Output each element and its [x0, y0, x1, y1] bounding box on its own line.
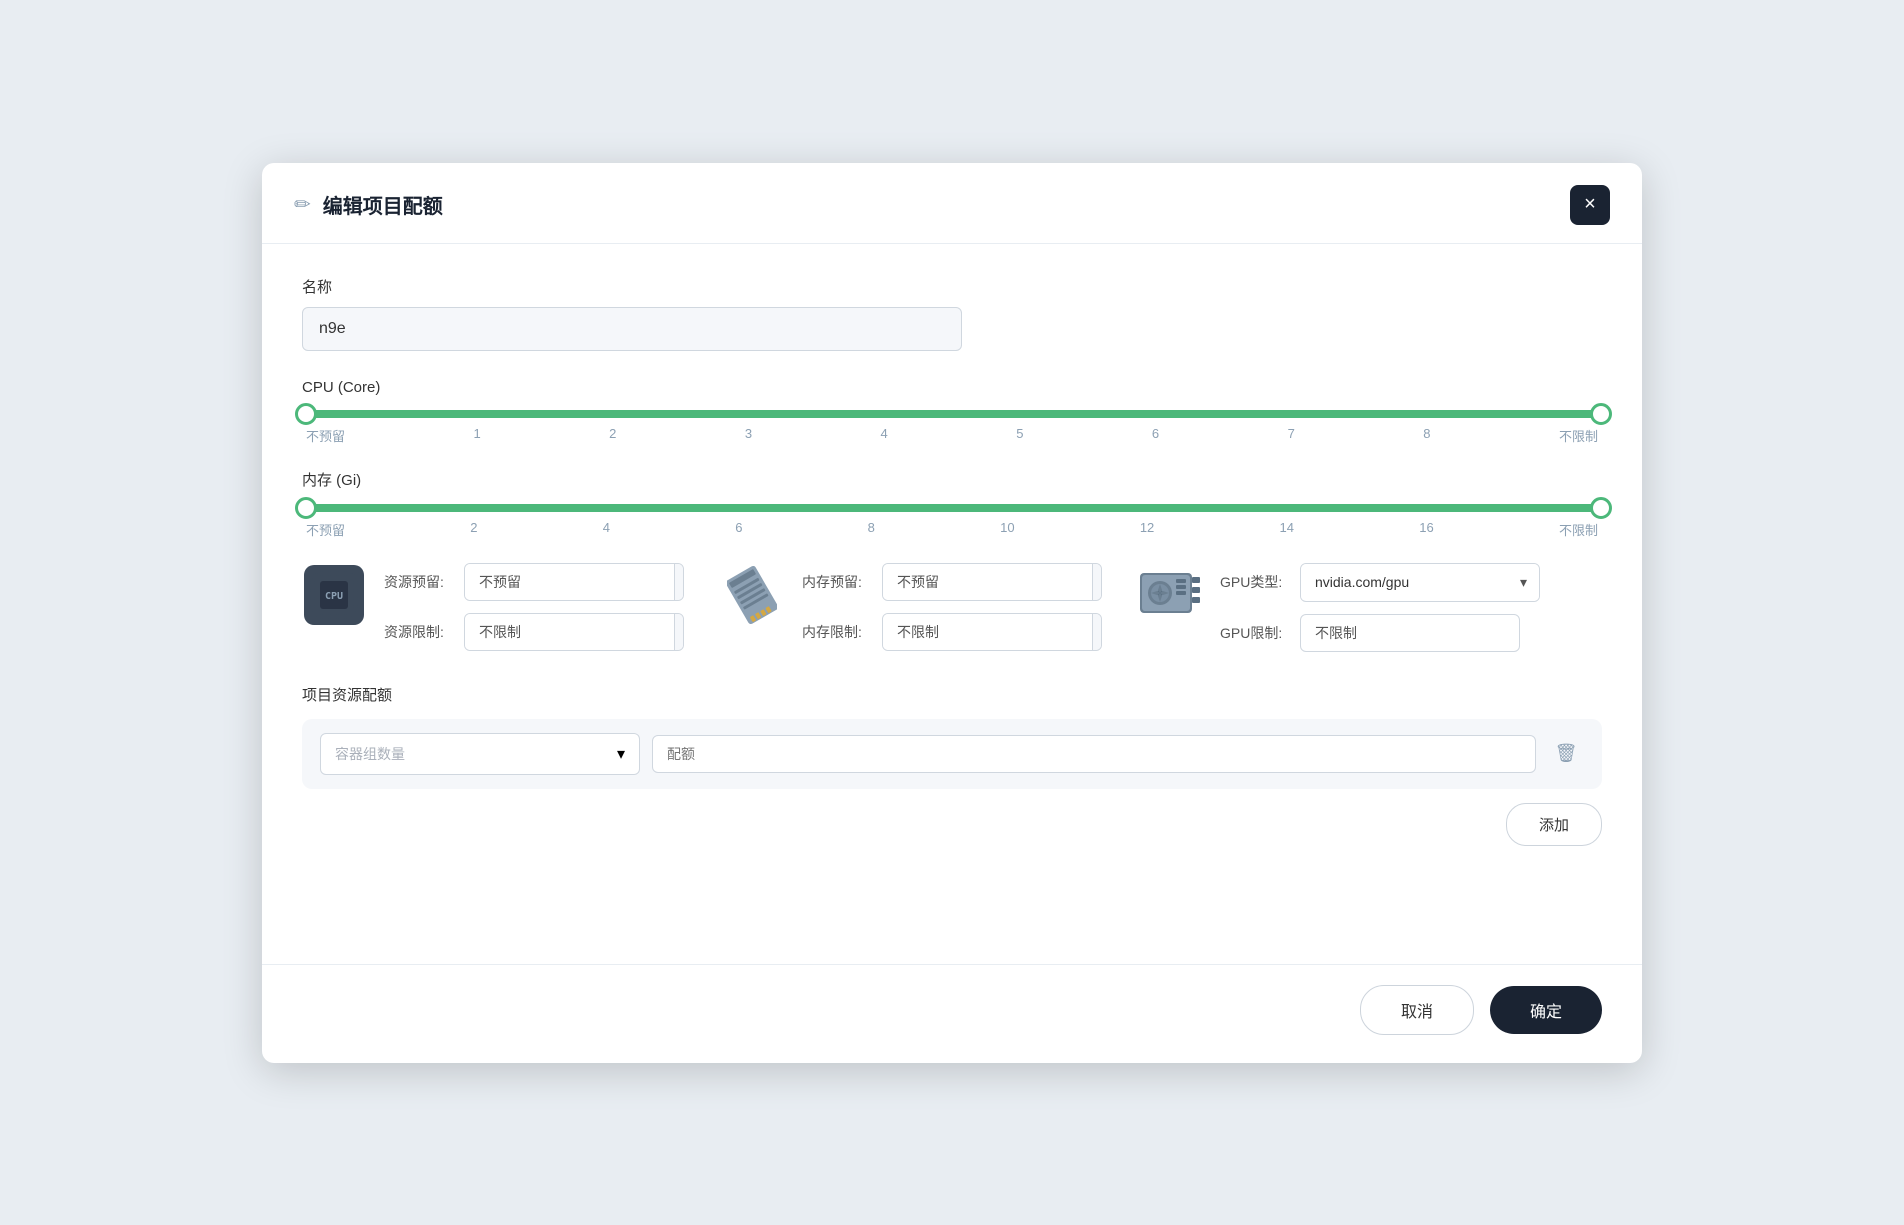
- cpu-reserve-input-group: Core: [464, 563, 684, 601]
- gpu-limit-label: GPU限制:: [1220, 623, 1290, 643]
- project-quota-section: 项目资源配额 容器组数量 ▾ 🗑 添加: [302, 684, 1602, 846]
- memory-slider-thumb-left[interactable]: [295, 497, 317, 519]
- cpu-svg: CPU: [310, 571, 358, 619]
- memory-limit-row: 内存限制: Gi: [802, 613, 1102, 651]
- memory-slider-container: [302, 504, 1602, 512]
- close-button[interactable]: ×: [1570, 185, 1610, 225]
- cpu-reserve-row: 资源预留: Core: [384, 563, 684, 601]
- cpu-label-1: 1: [473, 426, 480, 445]
- pencil-icon: ✏: [294, 192, 311, 217]
- cpu-slider-thumb-left[interactable]: [295, 403, 317, 425]
- gpu-icon: [1138, 565, 1202, 621]
- dialog: ✏ 编辑项目配额 × 名称 CPU (Core) 不预留 1 2 3 4 5 6…: [262, 163, 1642, 1063]
- add-btn-container: 添加: [302, 803, 1602, 846]
- memory-label-6: 6: [735, 520, 742, 539]
- cpu-label-6: 6: [1152, 426, 1159, 445]
- memory-limit-input-group: Gi: [882, 613, 1102, 651]
- cpu-limit-input-group: Core: [464, 613, 684, 651]
- gpu-type-row: GPU类型: nvidia.com/gpu ▾: [1220, 563, 1540, 602]
- memory-slider-labels: 不预留 2 4 6 8 10 12 14 16 不限制: [302, 520, 1602, 539]
- confirm-button[interactable]: 确定: [1490, 986, 1602, 1034]
- memory-slider-thumb-right[interactable]: [1590, 497, 1612, 519]
- memory-label-8: 8: [868, 520, 875, 539]
- cpu-limit-input[interactable]: [465, 614, 674, 650]
- cpu-slider-labels: 不预留 1 2 3 4 5 6 7 8 不限制: [302, 426, 1602, 445]
- close-icon: ×: [1584, 193, 1596, 216]
- cpu-label-7: 7: [1288, 426, 1295, 445]
- dialog-header: ✏ 编辑项目配额 ×: [262, 163, 1642, 244]
- cpu-label-4: 4: [881, 426, 888, 445]
- chevron-down-icon: ▾: [1508, 564, 1539, 601]
- cpu-slider-track[interactable]: [306, 410, 1598, 418]
- cpu-section-label: CPU (Core): [302, 379, 1602, 396]
- project-quota-row: 容器组数量 ▾ 🗑: [302, 719, 1602, 789]
- memory-label-16: 16: [1419, 520, 1433, 539]
- memory-resource-fields: 内存预留: Gi 内存限制: Gi: [802, 563, 1102, 651]
- gpu-type-label: GPU类型:: [1220, 572, 1290, 592]
- memory-reserve-label: 内存预留:: [802, 572, 872, 592]
- memory-limit-unit: Gi: [1092, 614, 1102, 650]
- memory-label-2: 2: [470, 520, 477, 539]
- cpu-reserve-unit: Core: [674, 564, 684, 600]
- add-quota-button[interactable]: 添加: [1506, 803, 1602, 846]
- container-group-select[interactable]: 容器组数量 ▾: [320, 733, 640, 775]
- cpu-label-8: 8: [1423, 426, 1430, 445]
- memory-icon: [727, 565, 777, 625]
- quota-input[interactable]: [652, 735, 1536, 773]
- cancel-button[interactable]: 取消: [1360, 985, 1474, 1035]
- cpu-slider-thumb-right[interactable]: [1590, 403, 1612, 425]
- cpu-limit-unit: Core: [674, 614, 684, 650]
- memory-reserve-input[interactable]: [883, 564, 1092, 600]
- gpu-resource-section: GPU类型: nvidia.com/gpu ▾ GPU限制:: [1138, 563, 1540, 652]
- cpu-label-min: 不预留: [306, 426, 345, 445]
- dialog-footer: 取消 确定: [262, 964, 1642, 1063]
- gpu-limit-input[interactable]: [1300, 614, 1520, 652]
- memory-limit-label: 内存限制:: [802, 622, 872, 642]
- cpu-slider-container: [302, 410, 1602, 418]
- container-group-placeholder: 容器组数量: [335, 744, 609, 764]
- gpu-icon-container: [1138, 563, 1202, 623]
- cpu-label-5: 5: [1016, 426, 1023, 445]
- cpu-label-2: 2: [609, 426, 616, 445]
- chevron-down-icon: ▾: [617, 744, 625, 764]
- memory-label-max: 不限制: [1559, 520, 1598, 539]
- dialog-body: 名称 CPU (Core) 不预留 1 2 3 4 5 6 7 8 不限制 内存…: [262, 244, 1642, 964]
- cpu-limit-label: 资源限制:: [384, 622, 454, 642]
- cpu-reserve-label: 资源预留:: [384, 572, 454, 592]
- memory-section-label: 内存 (Gi): [302, 469, 1602, 490]
- cpu-reserve-input[interactable]: [465, 564, 674, 600]
- project-quota-label: 项目资源配额: [302, 684, 1602, 705]
- memory-limit-input[interactable]: [883, 614, 1092, 650]
- dialog-title: 编辑项目配额: [323, 190, 443, 219]
- svg-text:CPU: CPU: [325, 591, 343, 602]
- resource-row: CPU 资源预留: Core 资源限制:: [302, 563, 1602, 652]
- cpu-resource-section: CPU 资源预留: Core 资源限制:: [302, 563, 684, 651]
- trash-icon: 🗑: [1555, 743, 1578, 764]
- title-row: ✏ 编辑项目配额: [294, 190, 443, 219]
- memory-reserve-input-group: Gi: [882, 563, 1102, 601]
- gpu-type-select-group: nvidia.com/gpu ▾: [1300, 563, 1540, 602]
- memory-label-14: 14: [1280, 520, 1294, 539]
- gpu-limit-row: GPU限制:: [1220, 614, 1540, 652]
- cpu-limit-row: 资源限制: Core: [384, 613, 684, 651]
- delete-quota-button[interactable]: 🗑: [1548, 736, 1584, 772]
- cpu-resource-fields: 资源预留: Core 资源限制: Core: [384, 563, 684, 651]
- name-input[interactable]: [302, 307, 962, 351]
- memory-resource-section: 内存预留: Gi 内存限制: Gi: [720, 563, 1102, 651]
- name-label: 名称: [302, 276, 1602, 297]
- memory-label-4: 4: [603, 520, 610, 539]
- cpu-icon-container: CPU: [302, 563, 366, 627]
- memory-label-10: 10: [1000, 520, 1014, 539]
- gpu-type-select[interactable]: nvidia.com/gpu: [1301, 564, 1508, 600]
- memory-label-12: 12: [1140, 520, 1154, 539]
- memory-slider-track[interactable]: [306, 504, 1598, 512]
- gpu-fields: GPU类型: nvidia.com/gpu ▾ GPU限制:: [1220, 563, 1540, 652]
- cpu-label-max: 不限制: [1559, 426, 1598, 445]
- cpu-icon: CPU: [304, 565, 364, 625]
- memory-reserve-unit: Gi: [1092, 564, 1102, 600]
- memory-label-min: 不预留: [306, 520, 345, 539]
- cpu-label-3: 3: [745, 426, 752, 445]
- memory-reserve-row: 内存预留: Gi: [802, 563, 1102, 601]
- memory-icon-container: [720, 563, 784, 627]
